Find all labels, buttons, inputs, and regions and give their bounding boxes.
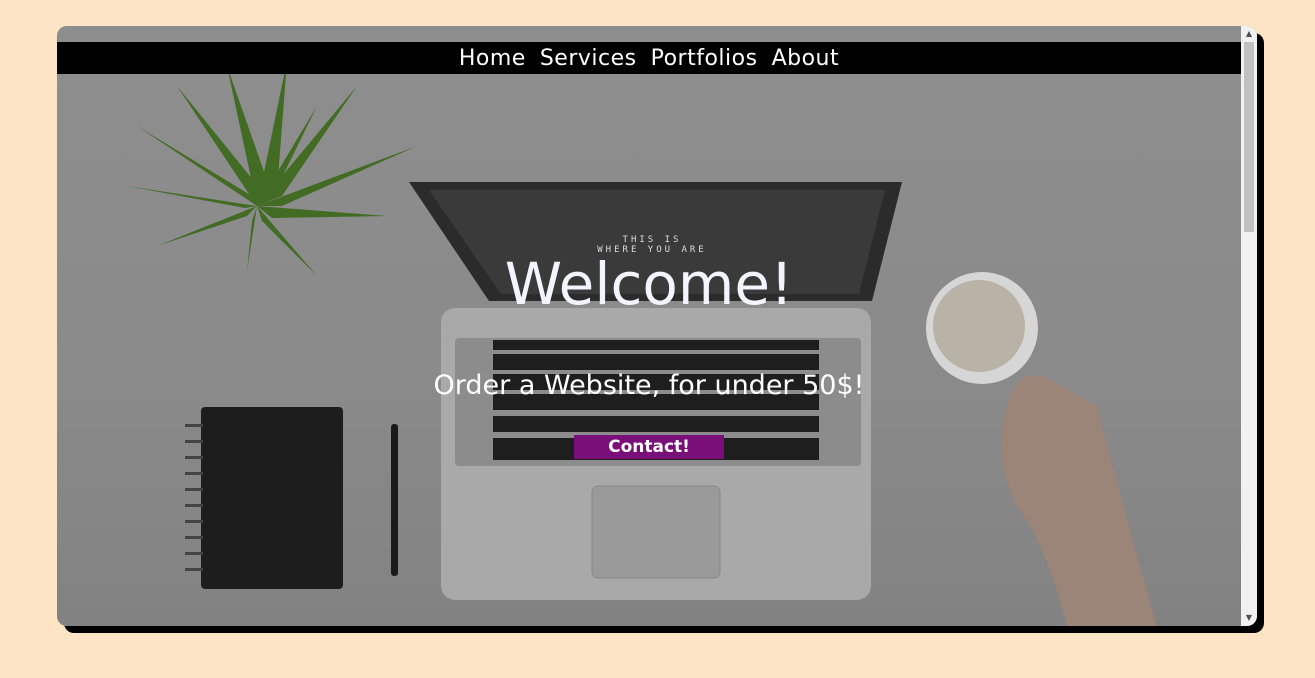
nav-link-portfolios[interactable]: Portfolios — [651, 46, 758, 71]
contact-button[interactable]: Contact! — [574, 435, 724, 459]
vertical-scrollbar[interactable]: ▲ ▼ — [1241, 26, 1257, 626]
hand-illustration — [1001, 375, 1157, 626]
browser-viewport: THIS IS WHERE YOU ARE Home Services Port… — [57, 26, 1257, 626]
hero-background-image — [127, 61, 1157, 626]
hero-section: THIS IS WHERE YOU ARE Home Services Port… — [57, 26, 1241, 626]
plant-illustration — [127, 61, 417, 276]
scrollbar-thumb[interactable] — [1244, 42, 1254, 232]
scroll-down-arrow-icon[interactable]: ▼ — [1241, 610, 1257, 626]
hero-title: Welcome! — [504, 250, 794, 318]
top-navbar: Home Services Portfolios About — [57, 42, 1241, 74]
scroll-up-arrow-icon[interactable]: ▲ — [1241, 26, 1257, 42]
hero-subtitle: Order a Website, for under 50$! — [433, 370, 865, 401]
nav-link-services[interactable]: Services — [540, 46, 637, 71]
notebook-illustration — [201, 407, 343, 589]
laptop-screen-text-line1: THIS IS — [622, 235, 682, 245]
nav-link-home[interactable]: Home — [459, 46, 526, 71]
nav-link-about[interactable]: About — [772, 46, 840, 71]
pen-illustration — [391, 424, 398, 576]
trackpad-illustration — [591, 485, 721, 579]
